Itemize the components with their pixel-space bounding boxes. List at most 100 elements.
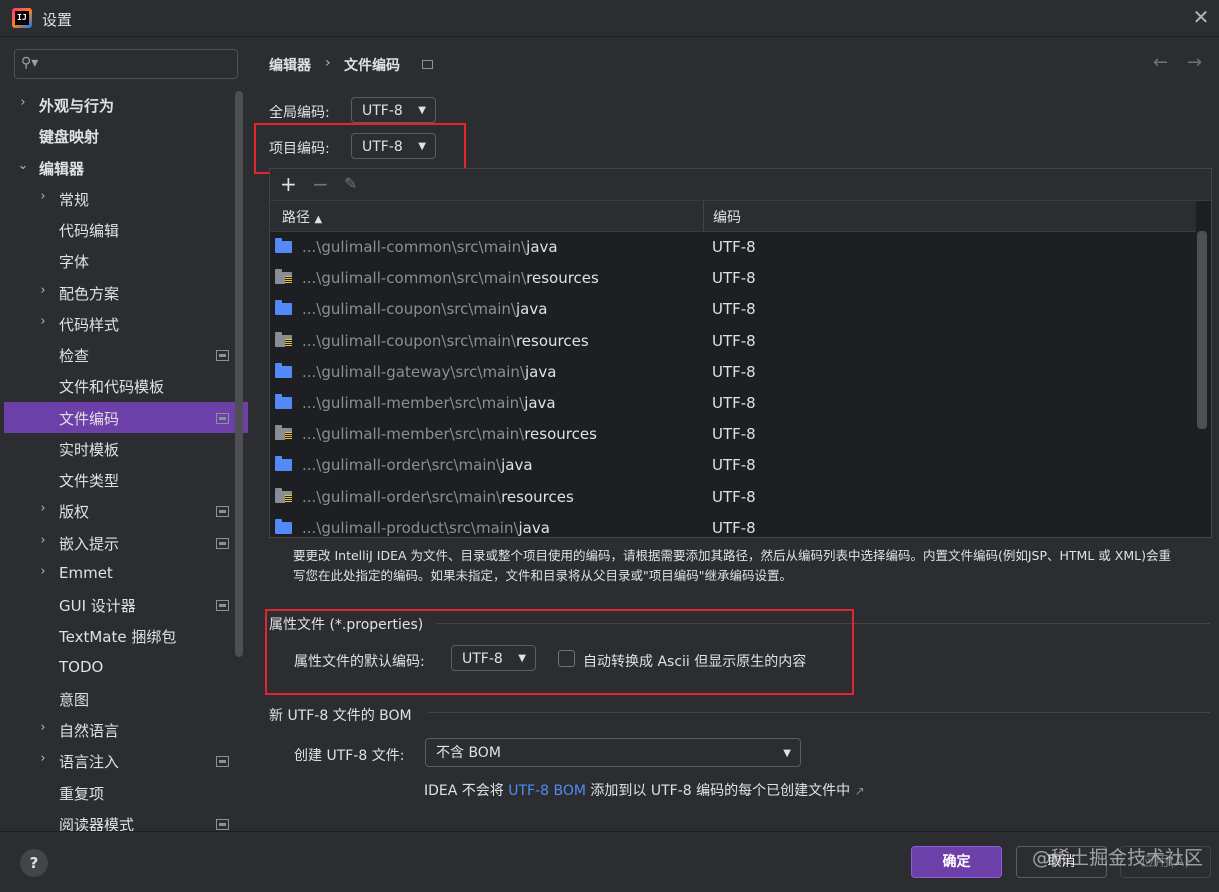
help-button[interactable]: ?	[20, 849, 48, 877]
row-path-prefix: ...\gulimall-member\src\main\	[302, 394, 525, 412]
close-icon[interactable]: ✕	[1192, 7, 1210, 27]
column-path[interactable]: 路径 ▲	[282, 207, 322, 227]
sidebar-item[interactable]: GUI 设计器	[0, 589, 248, 620]
row-encoding[interactable]: UTF-8	[712, 519, 756, 537]
chevron-right-icon[interactable]: ›	[37, 720, 49, 735]
sidebar-item[interactable]: 意图	[0, 683, 248, 714]
edit-icon[interactable]: ✎	[344, 173, 357, 195]
sidebar-item[interactable]: 文件类型	[0, 464, 248, 495]
sidebar-item-label: 检查	[59, 347, 90, 365]
source-folder-icon	[275, 362, 292, 378]
row-path: ...\gulimall-common\src\main\java	[302, 238, 558, 256]
sidebar-item[interactable]: › 自然语言	[0, 714, 248, 745]
table-row[interactable]: ...\gulimall-order\src\main\resources UTF…	[270, 482, 1196, 513]
add-icon[interactable]: +	[280, 173, 297, 195]
global-encoding-select[interactable]: UTF-8 ▼	[351, 97, 436, 123]
sidebar-item[interactable]: › 配色方案	[0, 277, 248, 308]
sidebar-item[interactable]: › 嵌入提示	[0, 527, 248, 558]
project-scope-icon	[422, 60, 433, 69]
chevron-right-icon[interactable]: ›	[37, 283, 49, 298]
sidebar-item[interactable]: 代码编辑	[0, 214, 248, 245]
row-path-prefix: ...\gulimall-coupon\src\main\	[302, 331, 516, 350]
chevron-right-icon[interactable]: ›	[37, 533, 49, 548]
sidebar-item[interactable]: › 语言注入	[0, 745, 248, 776]
sidebar-item-label: 文件编码	[59, 409, 120, 428]
row-path-prefix: ...\gulimall-order\src\main\	[302, 456, 502, 475]
sidebar-item[interactable]: ⌄ 编辑器	[0, 152, 248, 183]
search-input[interactable]: ⚲▾	[14, 49, 238, 79]
chevron-right-icon[interactable]: ›	[37, 314, 49, 329]
sidebar-item[interactable]: 实时模板	[0, 433, 248, 464]
row-encoding[interactable]: UTF-8	[712, 394, 756, 412]
table-row[interactable]: ...\gulimall-coupon\src\main\java UTF-8	[270, 294, 1196, 325]
sidebar-item[interactable]: › 代码样式	[0, 308, 248, 339]
sidebar-item[interactable]: 检查	[0, 339, 248, 370]
chevron-right-icon[interactable]: ›	[17, 95, 29, 110]
table-row[interactable]: ...\gulimall-gateway\src\main\java UTF-8	[270, 357, 1196, 388]
sidebar-item-label: TextMate 捆绑包	[59, 628, 177, 647]
sidebar-item[interactable]: 文件编码	[4, 401, 248, 433]
row-encoding[interactable]: UTF-8	[712, 238, 756, 256]
column-encoding[interactable]: 编码	[713, 207, 741, 227]
table-row[interactable]: ...\gulimall-product\src\main\java UTF-8	[270, 513, 1196, 537]
row-path-folder: java	[501, 456, 533, 475]
resources-folder-icon	[275, 425, 292, 441]
column-divider[interactable]	[703, 201, 704, 231]
table-row[interactable]: ...\gulimall-coupon\src\main\resources UT…	[270, 326, 1196, 357]
table-row[interactable]: ...\gulimall-common\src\main\java UTF-8	[270, 232, 1196, 263]
bom-note-before: IDEA 不会将	[424, 783, 509, 799]
sidebar-item-label: GUI 设计器	[59, 597, 136, 615]
bom-note: IDEA 不会将 UTF-8 BOM 添加到以 UTF-8 编码的每个已创建文件…	[424, 780, 865, 800]
source-folder-icon	[275, 518, 292, 534]
table-row[interactable]: ...\gulimall-order\src\main\java UTF-8	[270, 450, 1196, 481]
highlight-box	[254, 123, 466, 174]
sidebar-item[interactable]: 文件和代码模板	[0, 370, 248, 401]
row-path-prefix: ...\gulimall-member\src\main\	[302, 425, 525, 444]
sidebar-item[interactable]: › 版权	[0, 495, 248, 526]
row-path-prefix: ...\gulimall-gateway\src\main\	[302, 362, 525, 381]
row-encoding[interactable]: UTF-8	[712, 425, 756, 443]
sidebar-scrollbar[interactable]	[235, 91, 243, 657]
table-row[interactable]: ...\gulimall-common\src\main\resources UT…	[270, 263, 1196, 294]
sidebar-item[interactable]: › Emmet	[0, 558, 248, 589]
row-path-folder: java	[526, 238, 558, 256]
row-path: ...\gulimall-common\src\main\resources	[302, 269, 599, 287]
ok-button[interactable]: 确定	[911, 846, 1002, 878]
chevron-right-icon[interactable]: ›	[37, 564, 49, 579]
table-row[interactable]: ...\gulimall-member\src\main\java UTF-8	[270, 388, 1196, 419]
sidebar-item[interactable]: › 常规	[0, 183, 248, 214]
breadcrumb-parent[interactable]: 编辑器	[269, 55, 311, 75]
window-title: 设置	[42, 11, 73, 29]
column-path-label: 路径	[282, 210, 310, 226]
row-encoding[interactable]: UTF-8	[712, 488, 756, 506]
bom-select[interactable]: 不含 BOM ▼	[425, 738, 801, 767]
row-encoding[interactable]: UTF-8	[712, 332, 756, 350]
table-row[interactable]: ...\gulimall-member\src\main\resources UT…	[270, 419, 1196, 450]
sidebar-item-label: 语言注入	[59, 753, 120, 772]
sidebar-item[interactable]: TODO	[0, 652, 248, 683]
row-encoding[interactable]: UTF-8	[712, 269, 756, 287]
remove-icon[interactable]: −	[312, 173, 329, 195]
sidebar-item[interactable]: TextMate 捆绑包	[0, 620, 248, 651]
back-arrow-icon[interactable]: ←	[1153, 52, 1168, 73]
section-divider	[428, 712, 1210, 713]
breadcrumb-separator: ›	[325, 55, 331, 71]
sidebar-item[interactable]: › 外观与行为	[0, 89, 248, 120]
chevron-right-icon[interactable]: ›	[37, 501, 49, 516]
row-encoding[interactable]: UTF-8	[712, 363, 756, 381]
chevron-right-icon[interactable]: ›	[37, 751, 49, 766]
chevron-down-icon[interactable]: ⌄	[17, 158, 29, 173]
row-path-prefix: ...\gulimall-product\src\main\	[302, 518, 519, 537]
forward-arrow-icon[interactable]: →	[1187, 52, 1202, 73]
row-encoding[interactable]: UTF-8	[712, 456, 756, 474]
sidebar-item-label: 配色方案	[59, 284, 120, 303]
sidebar-item[interactable]: 字体	[0, 245, 248, 276]
row-encoding[interactable]: UTF-8	[712, 300, 756, 318]
table-scrollbar[interactable]	[1197, 231, 1207, 429]
chevron-right-icon[interactable]: ›	[37, 189, 49, 204]
utf8-bom-link[interactable]: UTF-8 BOM	[508, 783, 586, 799]
sidebar-item[interactable]: 重复项	[0, 777, 248, 808]
row-path-folder: resources	[526, 269, 599, 288]
sidebar-item-label: 键盘映射	[39, 128, 100, 147]
sidebar-item[interactable]: 键盘映射	[0, 120, 248, 151]
